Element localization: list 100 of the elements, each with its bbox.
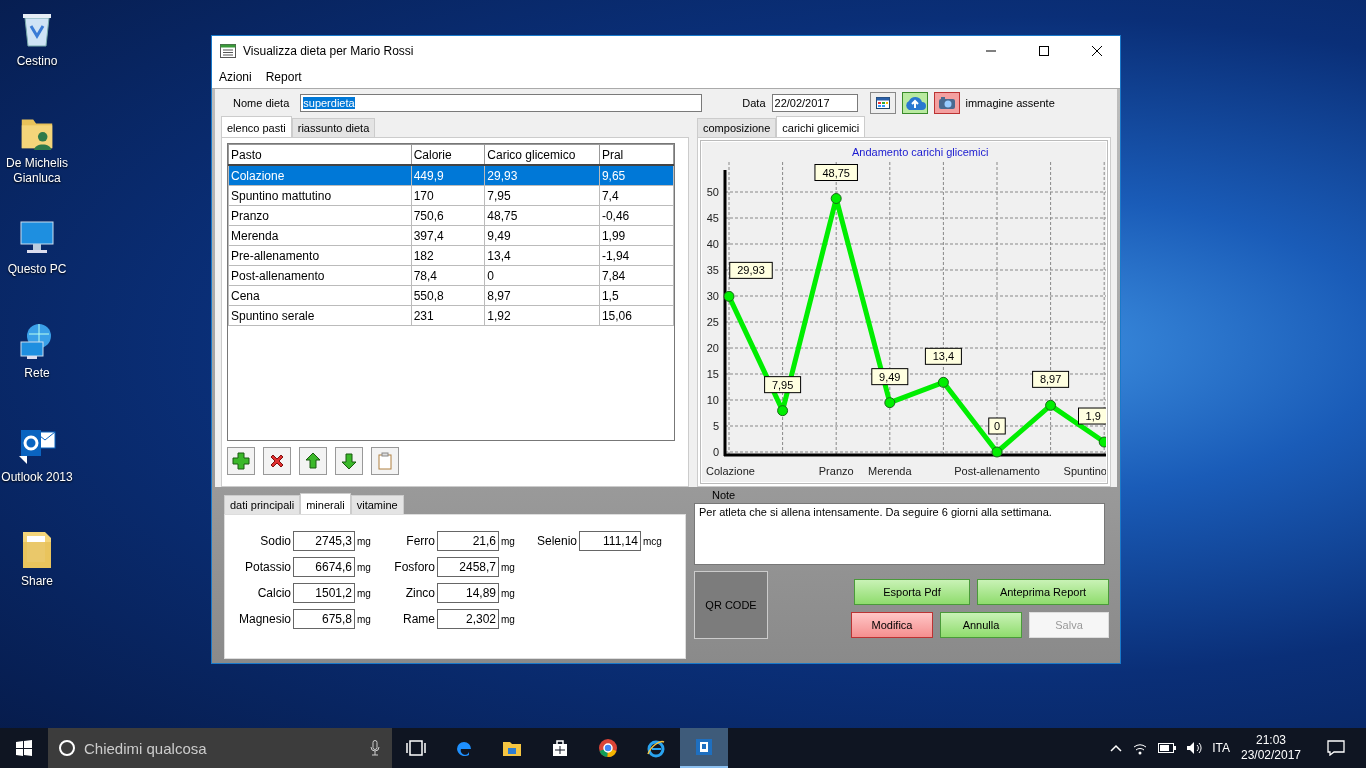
shopping-bag-icon (550, 738, 570, 758)
image-status: immagine assente (965, 96, 1055, 109)
battery-icon[interactable] (1158, 743, 1177, 753)
desktop-shortcut[interactable]: Outlook 2013 (0, 424, 74, 498)
data-point (991, 446, 1003, 458)
data-point (884, 397, 896, 409)
tab[interactable]: dati principali (224, 495, 301, 514)
language-indicator[interactable]: ITA (1212, 741, 1230, 755)
axis-tick-label: 35 (706, 264, 719, 276)
field-label: Rame (402, 612, 435, 626)
axis-tick-label: 40 (706, 238, 719, 250)
notification-icon (1327, 740, 1345, 756)
taskbar-button[interactable] (680, 728, 728, 768)
axis-tick-label: 0 (712, 446, 719, 458)
action-button[interactable]: Esporta Pdf (854, 579, 970, 605)
data-point (830, 193, 842, 204)
camera-icon (937, 95, 956, 110)
desktop-shortcut[interactable]: Share (0, 528, 74, 602)
menu-item[interactable]: Azioni (219, 70, 252, 84)
arrow-down-icon (340, 452, 358, 470)
desktop-shortcut[interactable]: De Michelis Gianluca (0, 112, 74, 186)
desktop-shortcut[interactable]: Questo PC (0, 216, 74, 290)
tab[interactable]: minerali (300, 493, 351, 514)
date-field[interactable]: 22/02/2017 (771, 93, 858, 112)
action-button[interactable]: Annulla (940, 612, 1022, 638)
column-header[interactable]: Calorie (411, 144, 485, 165)
camera-button[interactable] (933, 91, 960, 114)
table-cell: 48,75 (484, 205, 600, 226)
tab[interactable]: riassunto dieta (291, 118, 376, 137)
table-cell: 78,4 (411, 265, 485, 286)
table-cell: -1,94 (599, 245, 674, 266)
tab[interactable]: carichi glicemici (776, 116, 866, 137)
data-point (777, 405, 789, 417)
value-field[interactable]: 1501,2 (293, 583, 355, 603)
table-cell: 1,5 (599, 285, 674, 306)
upload-button[interactable] (901, 91, 928, 114)
value-field[interactable]: 6674,6 (293, 557, 355, 577)
axis-tick-label: 5 (712, 420, 719, 432)
data-label: 48,75 (814, 164, 858, 181)
value-field[interactable]: 2745,3 (293, 531, 355, 551)
axis-tick-label: Pranzo (818, 465, 854, 477)
table-cell: Post-allenamento (228, 265, 412, 286)
toolbar-button[interactable] (227, 447, 255, 475)
table-cell: 550,8 (411, 285, 485, 306)
axis-tick-label: 25 (706, 316, 719, 328)
unit-label: mg (357, 535, 372, 547)
tab[interactable]: elenco pasti (221, 116, 292, 137)
data-label: 13,4 (924, 347, 962, 365)
column-header[interactable]: Carico glicemico (484, 144, 600, 165)
search-field[interactable]: Chiedimi qualcosa (48, 728, 392, 768)
axis-tick-label: 30 (706, 290, 719, 302)
desktop-shortcut[interactable]: Rete (0, 320, 74, 394)
table-cell: 0 (484, 265, 600, 286)
desktop-shortcut[interactable]: Cestino (0, 8, 74, 82)
cloud-upload-icon (903, 94, 926, 111)
tab[interactable]: composizione (697, 118, 777, 137)
app-icon (694, 737, 714, 757)
axis-tick-label: 15 (706, 368, 719, 380)
value-field[interactable]: 111,14 (579, 531, 641, 551)
value-field[interactable]: 2,302 (437, 609, 499, 629)
column-header[interactable]: Pral (599, 144, 674, 165)
table-cell: 182 (411, 245, 485, 266)
notes-field[interactable]: Per atleta che si allena intensamente. Da seguire 6 giorni alla settimana. (694, 503, 1105, 565)
table-cell: Merenda (228, 225, 412, 246)
toolbar-button[interactable] (263, 447, 291, 475)
delete-icon (268, 452, 286, 470)
tab[interactable]: vitamine (350, 495, 404, 514)
value-field[interactable]: 675,8 (293, 609, 355, 629)
toolbar-button[interactable] (335, 447, 363, 475)
axis-tick-label: Spuntino (1063, 465, 1106, 477)
toolbar-button[interactable] (299, 447, 327, 475)
menu-item[interactable]: Report (265, 70, 302, 84)
table-cell: -0,46 (599, 205, 674, 226)
action-button[interactable]: Anteprima Report (977, 579, 1109, 605)
value-field[interactable]: 14,89 (437, 583, 499, 603)
axis-tick-label: 10 (706, 394, 719, 406)
field-label: Nome dieta (232, 96, 291, 109)
calendar-button[interactable] (869, 91, 896, 114)
table-cell: 397,4 (411, 225, 485, 246)
column-header[interactable]: Pasto (228, 144, 412, 165)
axis-tick-label: 45 (706, 212, 719, 224)
microphone-icon[interactable] (370, 740, 380, 756)
action-button[interactable]: Modifica (851, 612, 933, 638)
speaker-icon[interactable] (1186, 741, 1203, 755)
table-cell: Pranzo (228, 205, 412, 226)
field-label: Data (742, 96, 766, 109)
table-cell: 7,95 (484, 185, 600, 206)
clipboard-icon (376, 452, 394, 470)
name-field[interactable]: superdieta (300, 93, 703, 112)
chevron-up-icon[interactable] (1110, 744, 1123, 752)
table-cell: 15,06 (599, 305, 674, 326)
field-label: Calcio (256, 586, 291, 600)
value-field[interactable]: 21,6 (437, 531, 499, 551)
clock[interactable]: 21:03 23/02/2017 (1240, 733, 1302, 763)
table-cell: 9,49 (484, 225, 600, 246)
table-cell: 8,97 (484, 285, 600, 306)
table-cell: Cena (228, 285, 412, 306)
value-field[interactable]: 2458,7 (437, 557, 499, 577)
table-cell: Spuntino mattutino (228, 185, 412, 206)
wifi-icon[interactable] (1132, 741, 1149, 755)
